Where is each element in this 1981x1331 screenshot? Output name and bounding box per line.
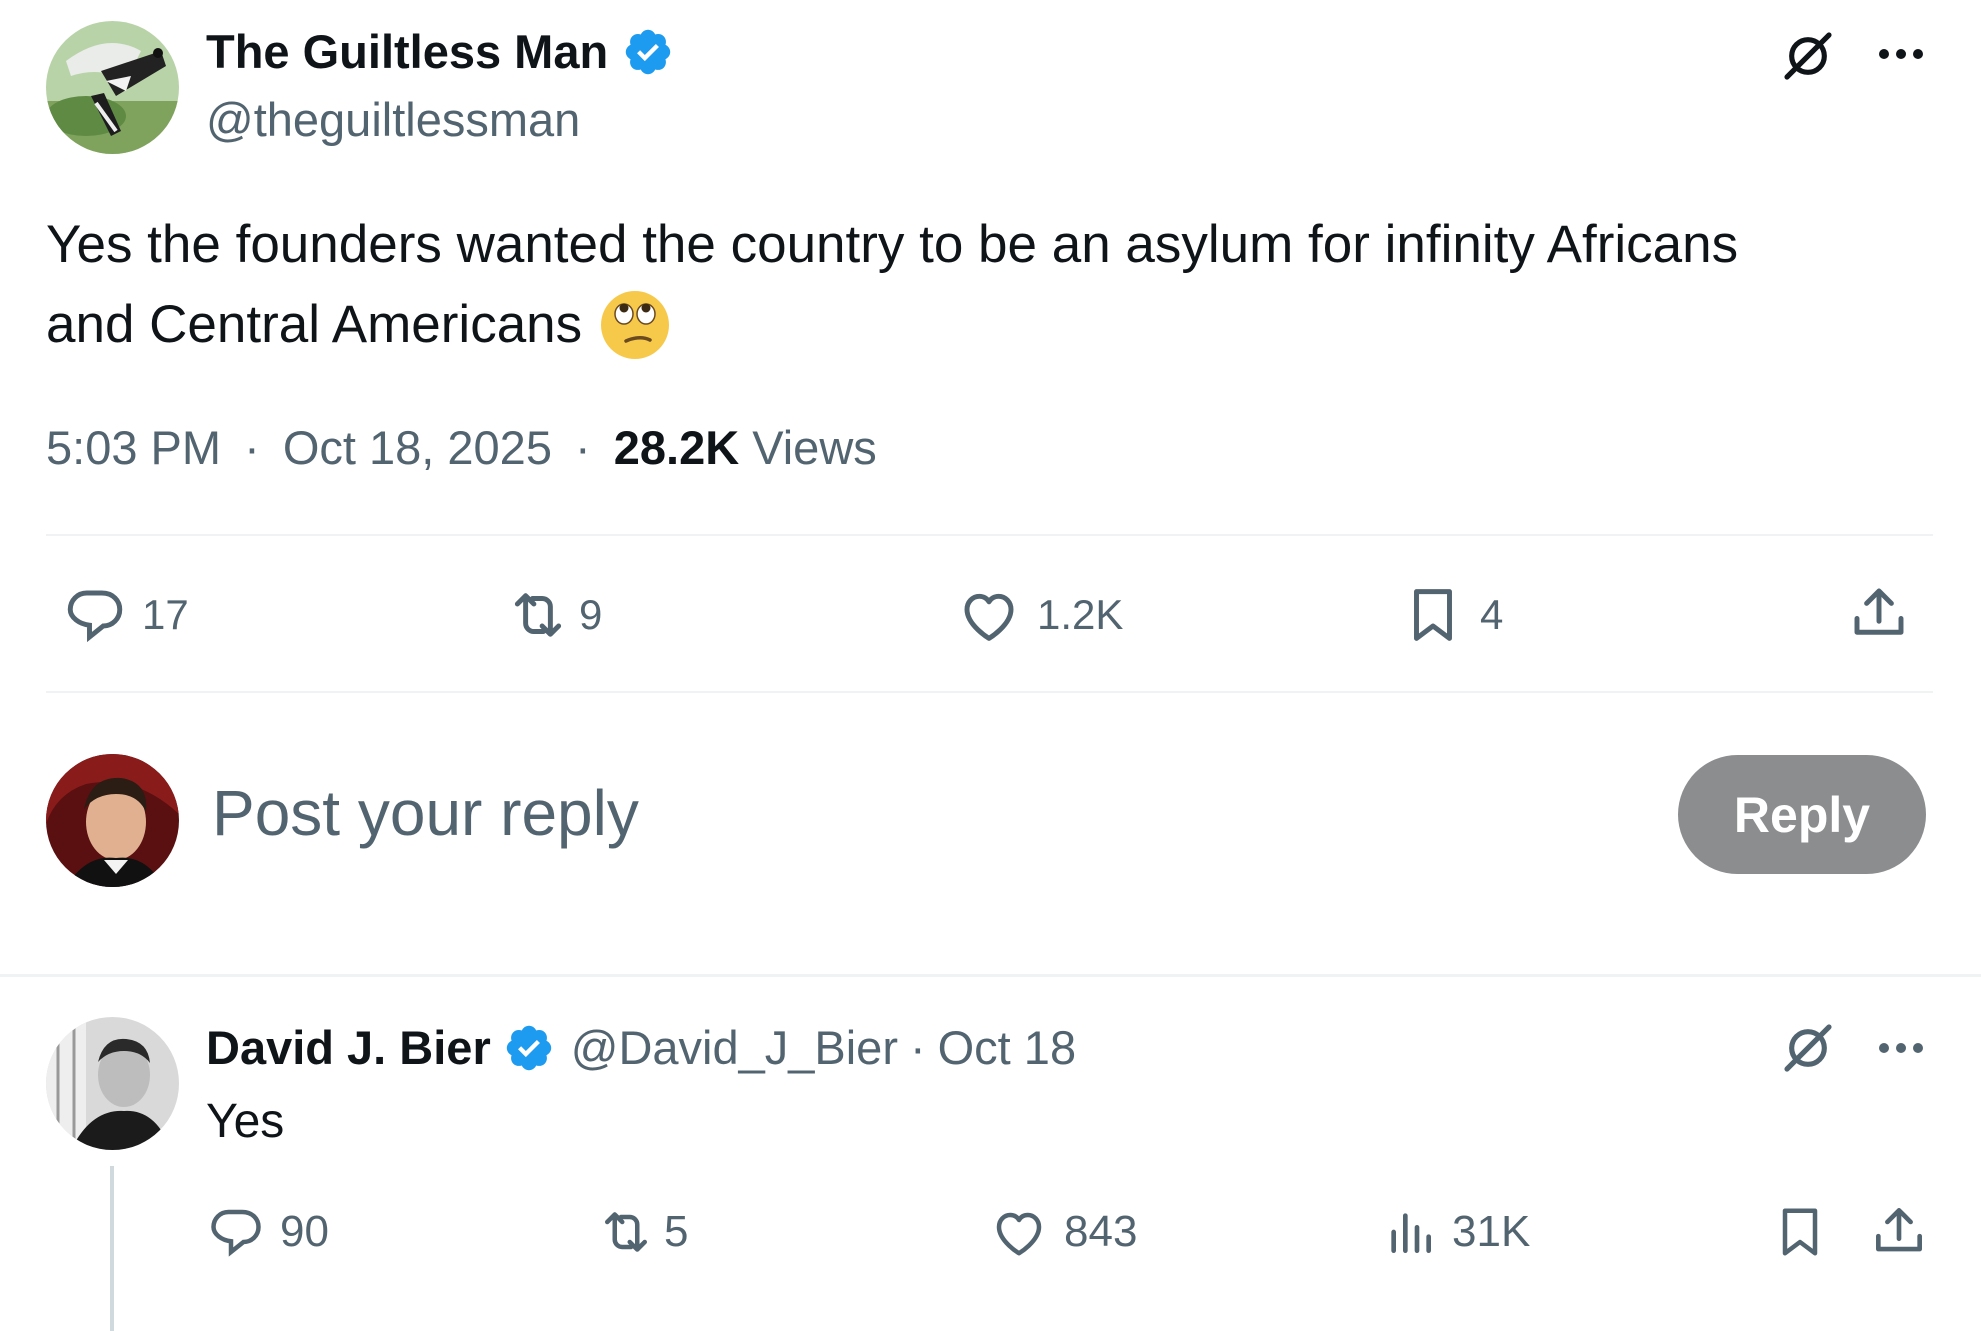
heart-icon xyxy=(988,1202,1050,1262)
grok-icon[interactable] xyxy=(1780,1020,1836,1081)
meta-separator: · xyxy=(244,421,260,474)
analytics-icon xyxy=(1382,1202,1438,1262)
views-label: Views xyxy=(752,421,877,474)
bookmark-count: 4 xyxy=(1480,591,1504,638)
post-text-line-2: and Central Americans xyxy=(46,295,583,354)
grok-icon[interactable] xyxy=(1780,28,1836,89)
author-handle[interactable]: @theguiltlessman xyxy=(206,92,580,147)
divider xyxy=(46,534,1933,536)
reply-button[interactable]: Reply xyxy=(1678,755,1926,874)
verified-badge-icon xyxy=(622,26,674,78)
repost-count: 5 xyxy=(664,1207,689,1256)
repost-icon xyxy=(594,1202,658,1262)
like-count: 843 xyxy=(1064,1207,1138,1256)
bookmark-action[interactable]: 4 xyxy=(1400,582,1503,648)
post-text: Yes the founders wanted the country to b… xyxy=(46,205,1946,365)
views-count: 31K xyxy=(1452,1207,1531,1256)
verified-badge-icon xyxy=(503,1022,555,1074)
meta-separator: · xyxy=(909,1021,926,1074)
more-options-icon[interactable] xyxy=(1876,1038,1926,1063)
post-meta: 5:03 PM · Oct 18, 2025 · 28.2K Views xyxy=(46,420,877,475)
current-user-avatar[interactable] xyxy=(46,754,179,887)
reply-count: 90 xyxy=(280,1207,329,1256)
reply-input[interactable]: Post your reply xyxy=(212,776,639,850)
repost-action[interactable]: 9 xyxy=(503,582,602,648)
author-avatar[interactable] xyxy=(46,21,179,154)
reply-author-handle[interactable]: @David_J_Bier xyxy=(571,1020,898,1075)
post-date[interactable]: Oct 18, 2025 xyxy=(283,421,552,474)
reply-author-name[interactable]: David J. Bier xyxy=(206,1020,491,1075)
share-icon[interactable] xyxy=(1868,1200,1930,1267)
bookmark-icon[interactable] xyxy=(1770,1202,1830,1267)
reply-date[interactable]: Oct 18 xyxy=(938,1020,1076,1075)
reply-count: 17 xyxy=(142,591,189,638)
like-action[interactable]: 843 xyxy=(988,1202,1137,1262)
reply-text: Yes xyxy=(206,1095,285,1148)
more-options-icon[interactable] xyxy=(1876,44,1926,69)
like-count: 1.2K xyxy=(1037,591,1124,638)
section-divider xyxy=(0,974,1981,977)
like-action[interactable]: 1.2K xyxy=(955,582,1123,648)
author-name[interactable]: The Guiltless Man xyxy=(206,24,608,79)
bookmark-icon xyxy=(1400,582,1466,648)
views-action[interactable]: 31K xyxy=(1382,1202,1530,1262)
post-time[interactable]: 5:03 PM xyxy=(46,421,221,474)
reply-icon xyxy=(62,582,128,648)
divider xyxy=(46,691,1933,693)
reply-author-avatar[interactable] xyxy=(46,1017,179,1150)
post-text-line-1: Yes the founders wanted the country to b… xyxy=(46,215,1739,274)
thread-line xyxy=(110,1166,114,1331)
meta-separator: · xyxy=(575,421,591,474)
heart-icon xyxy=(955,582,1023,648)
eye-roll-emoji-icon xyxy=(600,290,670,360)
share-icon[interactable] xyxy=(1846,580,1912,651)
reply-icon xyxy=(206,1202,266,1262)
repost-action[interactable]: 5 xyxy=(594,1202,688,1262)
repost-icon xyxy=(503,582,573,648)
reply-action[interactable]: 90 xyxy=(206,1202,329,1262)
views-count: 28.2K xyxy=(613,421,740,474)
repost-count: 9 xyxy=(579,591,603,638)
reply-action[interactable]: 17 xyxy=(62,582,189,648)
